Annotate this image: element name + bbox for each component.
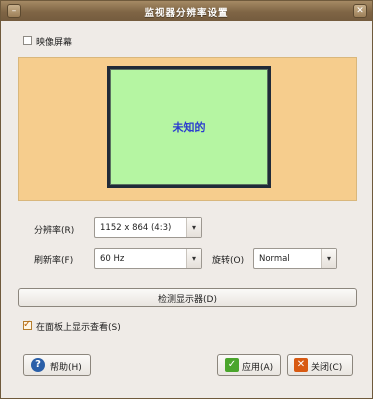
mirror-screens-checkbox[interactable]: [23, 36, 32, 45]
monitor-preview[interactable]: 未知的: [107, 66, 271, 188]
rotation-combo[interactable]: Normal ▾: [253, 248, 337, 269]
close-icon: ✕: [294, 358, 308, 372]
refresh-rate-combo[interactable]: 60 Hz ▾: [94, 248, 202, 269]
mirror-screens-label[interactable]: 映像屏幕: [36, 35, 72, 48]
chevron-down-icon: ▾: [186, 218, 201, 237]
resolution-label: 分辨率(R): [34, 226, 75, 236]
resolution-value: 1152 x 864 (4:3): [100, 223, 172, 233]
apply-button[interactable]: ✓ 应用(A): [217, 354, 281, 376]
detect-displays-button[interactable]: 检测显示器(D): [18, 288, 357, 307]
title-bar[interactable]: – 监视器分辨率设置 ✕: [1, 1, 372, 21]
monitor-layout-area: 未知的: [18, 57, 357, 201]
refresh-rate-label: 刷新率(F): [34, 256, 74, 266]
monitor-screen: 未知的: [110, 69, 268, 185]
resolution-combo[interactable]: 1152 x 864 (4:3) ▾: [94, 217, 202, 238]
chevron-down-icon: ▾: [186, 249, 201, 268]
show-in-panel-label[interactable]: 在面板上显示查看(S): [36, 320, 121, 333]
window-title: 监视器分辨率设置: [144, 8, 229, 19]
rotation-value: Normal: [259, 254, 290, 264]
window-close-button[interactable]: ✕: [353, 4, 367, 18]
close-icon: ✕: [356, 6, 364, 16]
close-button[interactable]: ✕ 关闭(C): [287, 354, 353, 376]
monitor-name: 未知的: [172, 121, 206, 134]
close-button-label: 关闭(C): [311, 363, 343, 373]
show-in-panel-checkbox[interactable]: ✓: [23, 319, 32, 330]
help-icon: ?: [31, 358, 45, 372]
chevron-down-icon: ▾: [321, 249, 336, 268]
display-settings-window: – 监视器分辨率设置 ✕ 映像屏幕 未知的 分辨率(R) 1152 x 864 …: [0, 0, 373, 399]
help-button[interactable]: ? 帮助(H): [23, 354, 91, 376]
check-icon: ✓: [225, 358, 239, 372]
apply-button-label: 应用(A): [242, 363, 274, 373]
detect-displays-label: 检测显示器(D): [158, 295, 217, 305]
help-button-label: 帮助(H): [50, 363, 82, 373]
rotation-label: 旋转(O): [212, 256, 245, 266]
refresh-rate-value: 60 Hz: [100, 254, 125, 264]
